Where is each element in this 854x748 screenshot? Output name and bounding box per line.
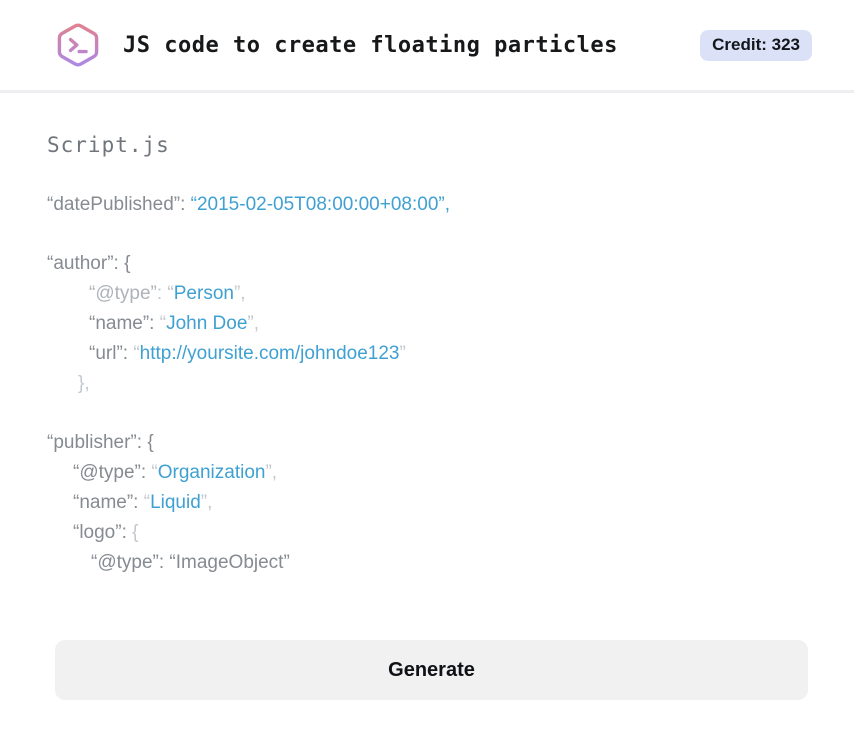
code-token: “url”: <box>89 343 134 364</box>
code-token: : <box>156 283 168 304</box>
code-token: “author”: { <box>47 253 131 274</box>
code-token: “publisher”: { <box>47 432 154 453</box>
code-token: Organization <box>157 462 266 483</box>
code-token: “logo”: <box>73 522 133 543</box>
filename-label: Script.js <box>47 133 170 157</box>
code-token: “datePublished”: <box>47 194 191 215</box>
code-token: “@type”: <box>73 462 152 483</box>
page-title: JS code to create floating particles <box>123 32 618 58</box>
footer: Generate <box>0 578 854 700</box>
code-line: “logo”: { <box>47 518 807 548</box>
code-line: “@type”: “Person”, <box>47 279 807 309</box>
code-block: “datePublished”: “2015-02-05T08:00:00+08… <box>47 190 807 578</box>
code-token: ”, <box>247 313 260 334</box>
code-token: ”, <box>200 492 213 513</box>
code-token: ” <box>399 343 406 364</box>
code-token: “2015-02-05T08:00:00+08:00”, <box>190 194 450 215</box>
code-line: “@type”: “Organization”, <box>47 458 807 488</box>
code-token: John Doe <box>166 313 248 334</box>
code-panel: Script.js “datePublished”: “2015-02-05T0… <box>0 93 854 578</box>
code-token: “name”: <box>89 313 160 334</box>
terminal-prompt-hexagon-icon <box>54 21 102 69</box>
code-token: Person <box>173 283 234 304</box>
credit-badge: Credit: 323 <box>700 29 812 61</box>
code-line: “name”: “John Doe”, <box>47 309 807 339</box>
generate-button[interactable]: Generate <box>55 640 808 700</box>
code-line: “publisher”: { <box>47 428 807 458</box>
code-token: “name”: <box>73 492 144 513</box>
code-token: }, <box>78 373 90 394</box>
code-token: ”, <box>233 283 246 304</box>
code-line: }, <box>47 369 807 399</box>
code-line: “url”: “http://yoursite.com/johndoe123” <box>47 339 807 369</box>
code-line: “datePublished”: “2015-02-05T08:00:00+08… <box>47 190 807 220</box>
code-token: ”, <box>265 462 278 483</box>
code-token: http://yoursite.com/johndoe123 <box>139 343 400 364</box>
code-token: Liquid <box>150 492 201 513</box>
code-line: “author”: { <box>47 249 807 279</box>
code-token: “@type” <box>89 283 157 304</box>
code-token: “@type”: “ImageObject” <box>91 552 290 573</box>
header: JS code to create floating particles Cre… <box>0 0 854 93</box>
code-line: “@type”: “ImageObject” <box>47 548 807 578</box>
code-token: { <box>132 522 139 543</box>
code-line: “name”: “Liquid”, <box>47 488 807 518</box>
